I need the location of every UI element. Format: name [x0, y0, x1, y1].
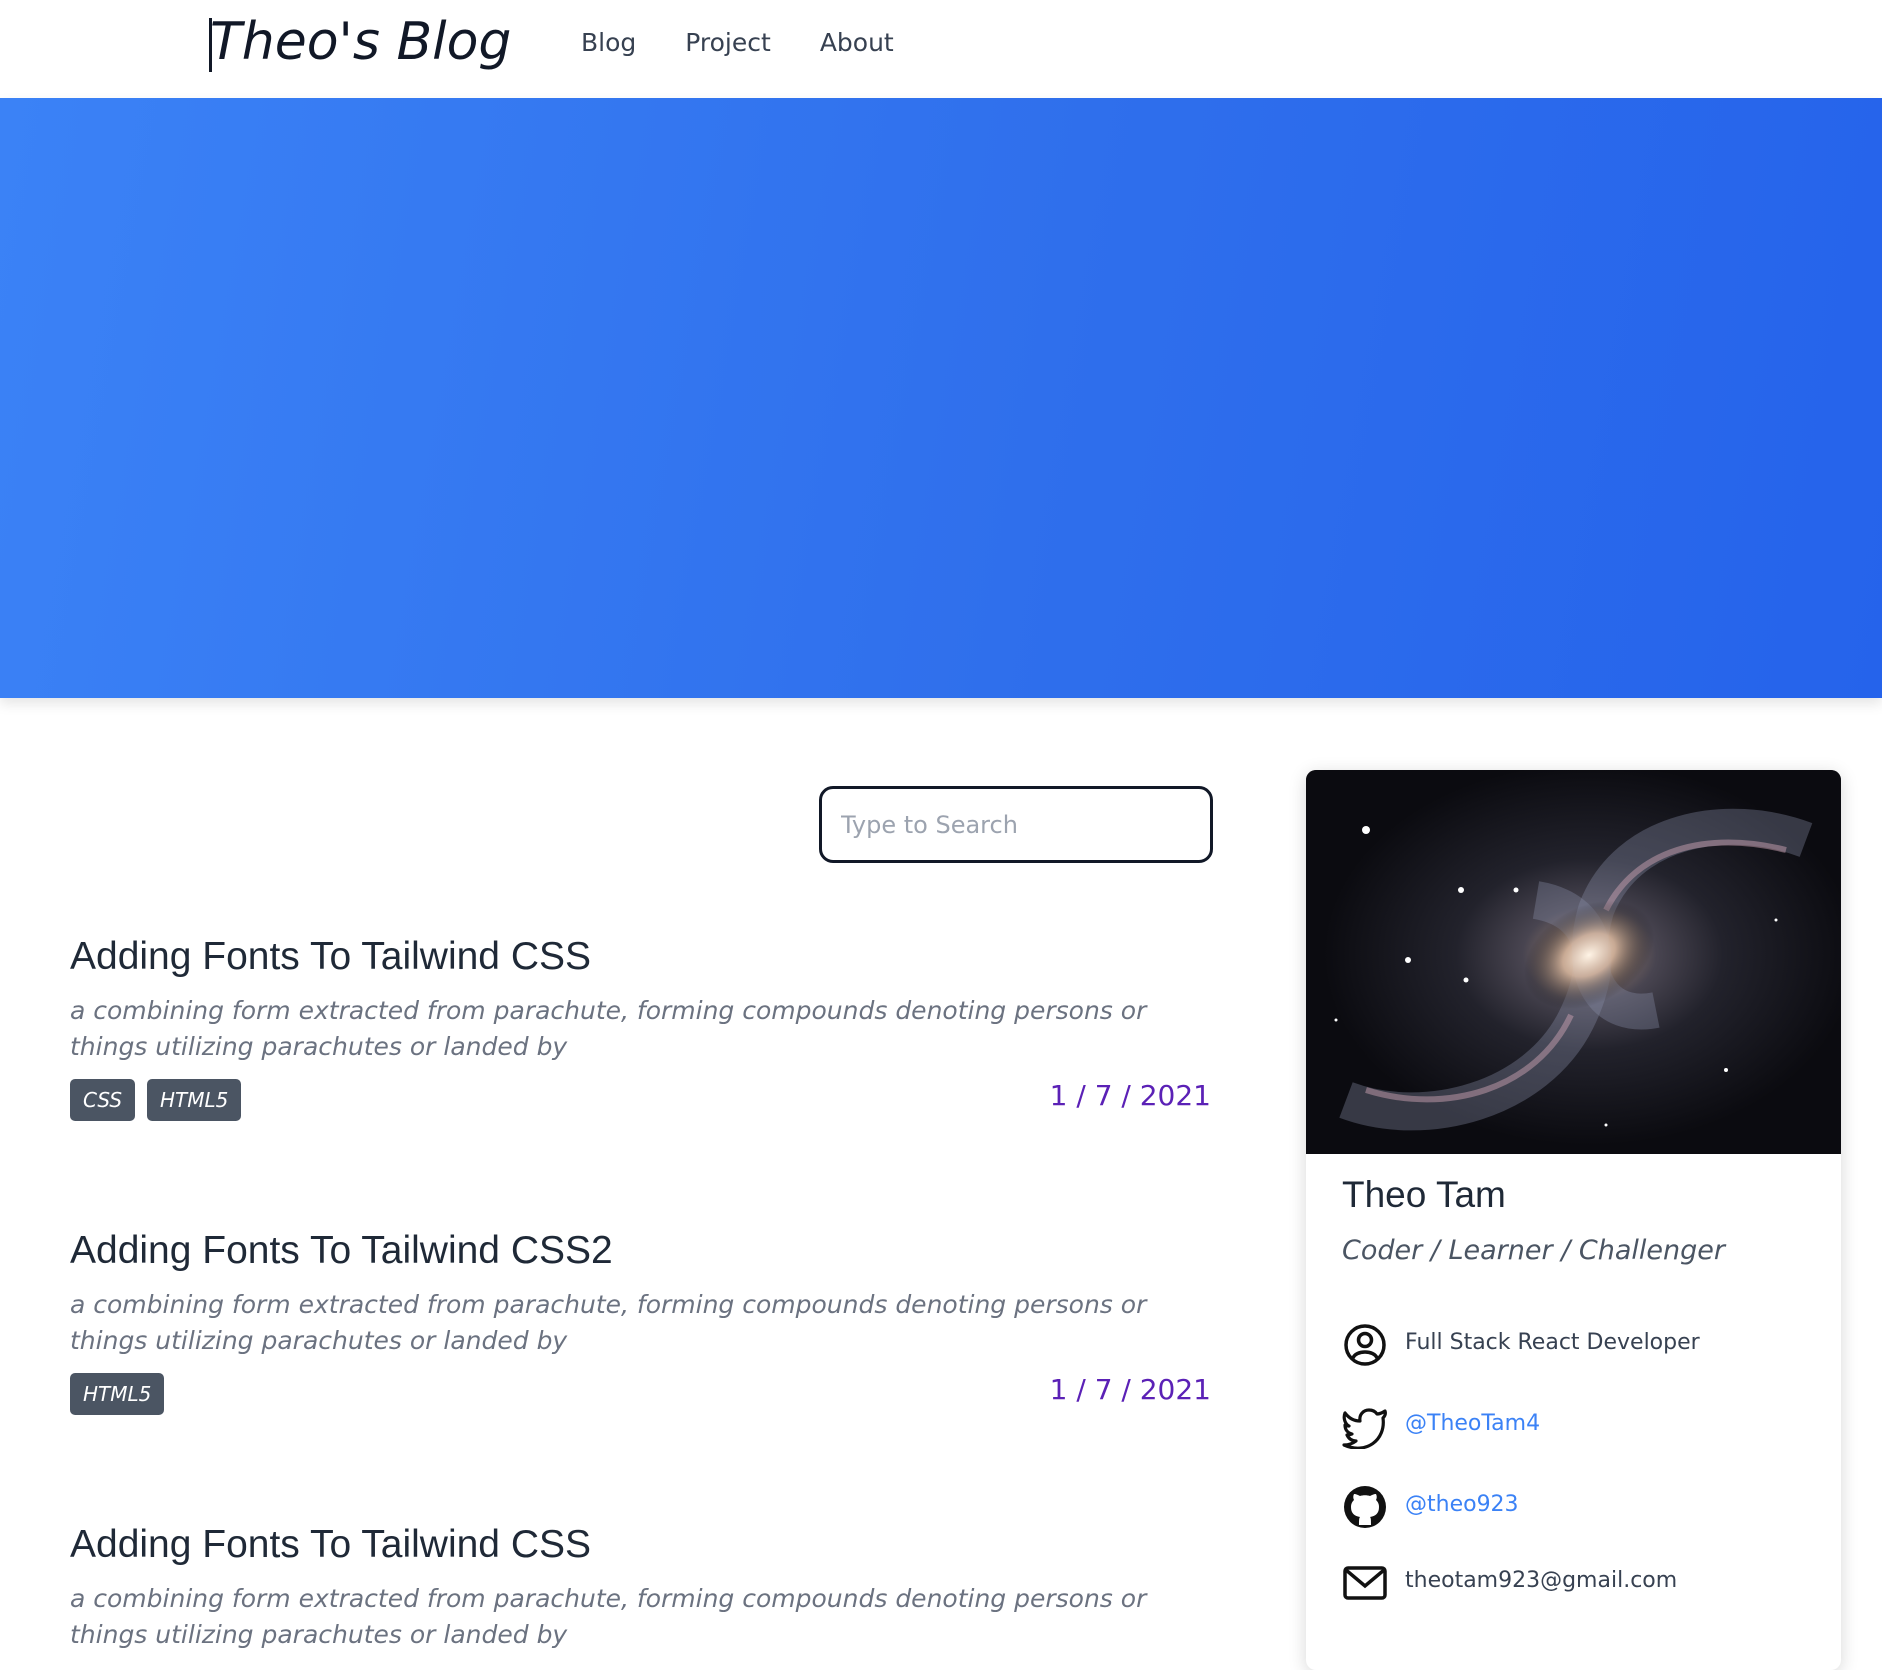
- galaxy-cover-image: [1306, 770, 1841, 1154]
- post-card: Adding Fonts To Tailwind CSS a combining…: [70, 1523, 1213, 1653]
- post-tags: HTML5: [70, 1373, 1213, 1415]
- github-icon: [1344, 1486, 1386, 1528]
- post-title[interactable]: Adding Fonts To Tailwind CSS2: [70, 1229, 1213, 1273]
- tag-badge[interactable]: CSS: [70, 1079, 136, 1121]
- post-card: Adding Fonts To Tailwind CSS2 a combinin…: [70, 1229, 1213, 1417]
- profile-twitter-row: @TheoTam4: [1342, 1403, 1822, 1449]
- post-date: 1 / 7 / 2021: [1049, 1373, 1211, 1406]
- nav-link-about[interactable]: About: [820, 28, 894, 57]
- main-nav: Blog Project About: [581, 28, 894, 57]
- twitter-handle-link[interactable]: @TheoTam4: [1405, 1411, 1540, 1436]
- post-card: Adding Fonts To Tailwind CSS a combining…: [70, 935, 1213, 1123]
- post-tags: CSS HTML5: [70, 1079, 1213, 1121]
- profile-role-row: Full Stack React Developer: [1342, 1322, 1822, 1368]
- user-circle-icon: [1344, 1324, 1386, 1366]
- post-title[interactable]: Adding Fonts To Tailwind CSS: [70, 935, 1213, 979]
- hero-banner: [0, 98, 1882, 698]
- profile-email-row: theotam923@gmail.com: [1342, 1560, 1822, 1606]
- twitter-icon: [1342, 1408, 1387, 1449]
- post-excerpt: a combining form extracted from parachut…: [70, 1290, 1147, 1355]
- profile-name: Theo Tam: [1342, 1174, 1506, 1215]
- nav-link-project[interactable]: Project: [685, 28, 771, 57]
- post-excerpt: a combining form extracted from parachut…: [70, 996, 1147, 1061]
- post-date: 1 / 7 / 2021: [1049, 1079, 1211, 1112]
- site-brand-logo[interactable]: Theo's Blog: [210, 12, 511, 72]
- post-meta: HTML5 1 / 7 / 2021: [70, 1373, 1213, 1417]
- profile-role: Full Stack React Developer: [1405, 1330, 1700, 1355]
- profile-email[interactable]: theotam923@gmail.com: [1405, 1568, 1677, 1593]
- github-handle-link[interactable]: @theo923: [1405, 1492, 1519, 1517]
- search-input[interactable]: [819, 786, 1213, 863]
- mail-icon: [1343, 1566, 1387, 1600]
- nav-link-blog[interactable]: Blog: [581, 28, 636, 57]
- post-title[interactable]: Adding Fonts To Tailwind CSS: [70, 1523, 1213, 1567]
- profile-github-row: @theo923: [1342, 1484, 1822, 1530]
- tag-badge[interactable]: HTML5: [147, 1079, 242, 1121]
- tag-badge[interactable]: HTML5: [70, 1373, 165, 1415]
- top-navbar: Theo's Blog Blog Project About: [0, 0, 1882, 98]
- post-meta: CSS HTML5 1 / 7 / 2021: [70, 1079, 1213, 1123]
- profile-card: Theo Tam Coder / Learner / Challenger Fu…: [1306, 770, 1841, 1670]
- post-excerpt: a combining form extracted from parachut…: [70, 1584, 1147, 1649]
- profile-tagline: Coder / Learner / Challenger: [1342, 1235, 1725, 1266]
